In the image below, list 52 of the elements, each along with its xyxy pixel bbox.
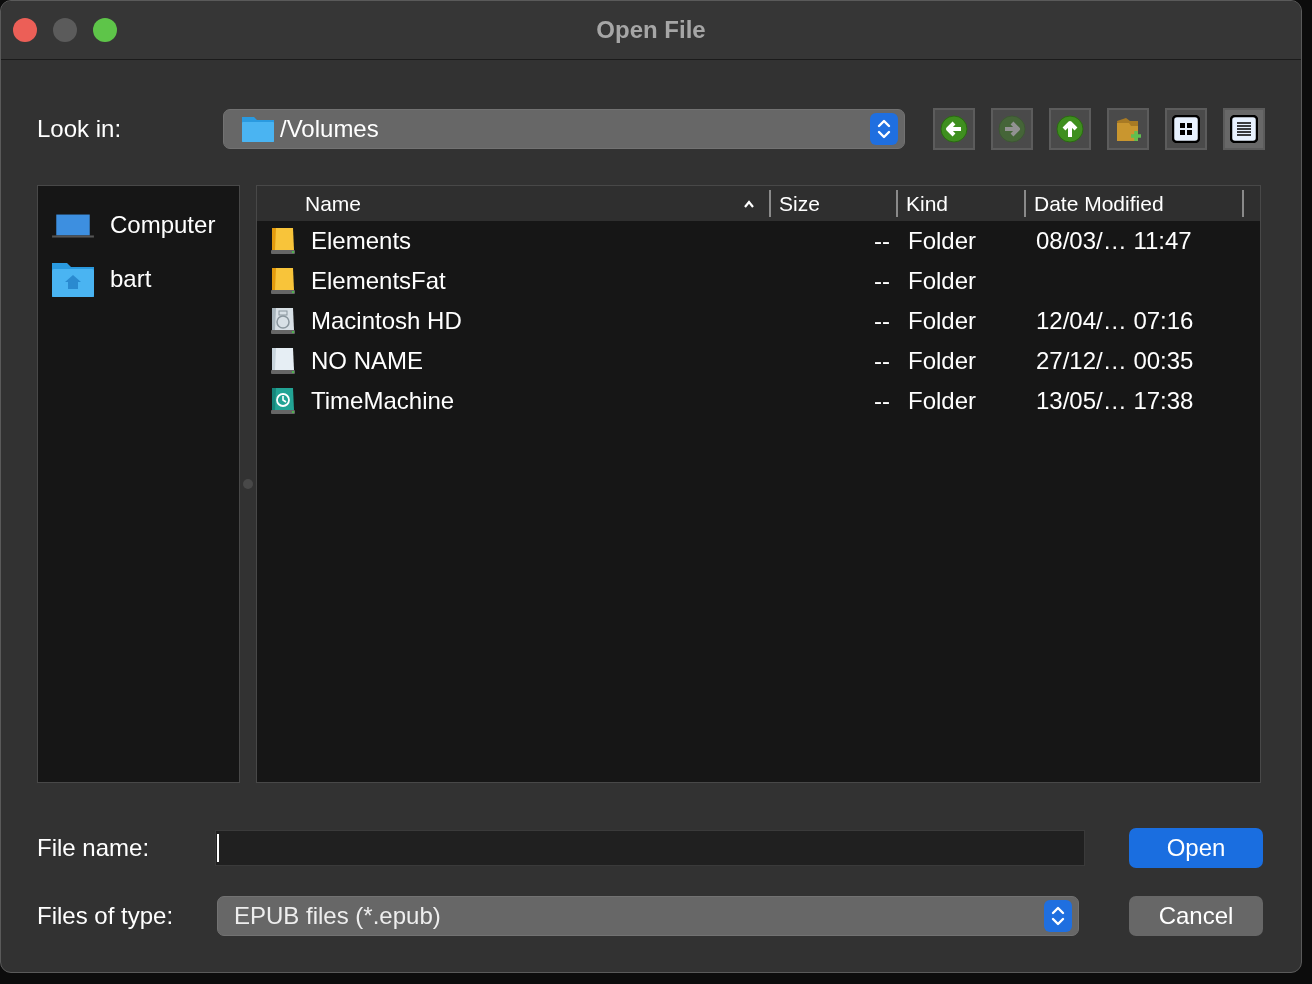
kind-cell: Folder [908,307,977,334]
date-cell: 27/12/… 00:35 [1036,347,1194,374]
up-button[interactable] [1049,108,1091,150]
date-cell: 08/03/… 11:47 [1036,227,1192,254]
column-header[interactable]: Date Modified [1034,191,1242,216]
list-icon [1230,115,1258,143]
file-name-field[interactable] [215,830,1085,866]
drive-icon [269,386,297,416]
file-type-label: Files of type: [37,902,171,930]
close-button[interactable] [13,18,37,42]
size-cell: -- [874,227,890,254]
window-title: Open File [596,16,706,43]
drive-icon [269,346,297,376]
zoom-button[interactable] [93,18,117,42]
icons-view-button[interactable] [1165,108,1207,150]
file-name-label: File name: [37,834,151,862]
drive-icon [269,226,297,256]
stepper-icon [1042,900,1074,932]
file-name[interactable]: Macintosh HD [311,307,462,335]
drive-icon [269,306,297,336]
look-in-label: Look in: [37,115,123,143]
file-name[interactable]: ElementsFat [311,267,446,295]
file-name[interactable]: NO NAME [311,347,423,375]
file-type-dropdown[interactable]: EPUB files (*.epub) [217,896,1079,936]
date-cell: 13/05/… 17:38 [1036,387,1194,414]
file-name[interactable]: Elements [311,227,412,255]
kind-cell: Folder [908,267,977,294]
stepper-icon [868,113,900,145]
date-cell: 12/04/… 07:16 [1036,307,1194,334]
size-cell: -- [874,387,890,414]
column-header[interactable]: Kind [906,191,1024,216]
folder-icon [240,114,276,144]
sidebar-item[interactable]: bart [110,265,152,293]
kind-cell: Folder [908,387,977,414]
dialog-button[interactable]: Cancel [1129,896,1263,936]
kind-cell: Folder [908,227,977,254]
size-cell: -- [874,267,890,294]
folder-plus-icon [1114,115,1142,143]
new-folder-button[interactable] [1107,108,1149,150]
column-header[interactable]: Size [779,191,896,216]
location-dropdown[interactable]: /Volumes [223,109,905,149]
kind-cell: Folder [908,347,977,374]
size-cell: -- [874,347,890,374]
back-button[interactable] [933,108,975,150]
grid-icon [1172,115,1200,143]
drive-icon [269,266,297,296]
column-header[interactable]: Name [305,191,743,216]
file-name[interactable]: TimeMachine [311,387,455,415]
sidebar-item[interactable]: Computer [110,211,216,239]
default-button[interactable]: Open [1129,828,1263,868]
size-cell: -- [874,307,890,334]
list-view-button[interactable] [1223,108,1265,150]
